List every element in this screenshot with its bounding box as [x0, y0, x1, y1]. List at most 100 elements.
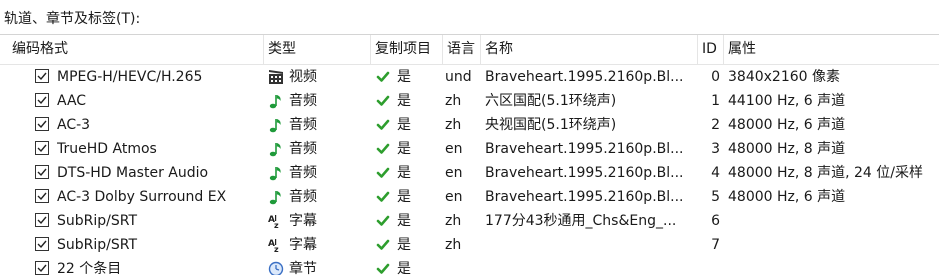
codec-cell: AAC	[57, 89, 262, 113]
audio-icon	[268, 117, 284, 133]
name-cell: Braveheart.1995.2160p.Bl...	[485, 137, 695, 161]
tracks-grid[interactable]: 编码格式 类型 复制项目 语言 名称 ID 属性 MPEG-H/HEVC/H.2…	[0, 34, 939, 275]
type-cell: 音频	[289, 113, 369, 137]
language-cell: zh	[445, 113, 481, 137]
table-row[interactable]: SubRip/SRT Az 字幕 是zh 7	[0, 233, 939, 257]
properties-cell: 48000 Hz, 8 声道, 24 位/采样	[728, 161, 939, 185]
video-icon	[268, 69, 284, 85]
track-checkbox[interactable]	[35, 165, 49, 179]
column-header-id[interactable]: ID	[698, 35, 724, 64]
type-cell: 字幕	[289, 209, 369, 233]
checkmark-icon	[376, 238, 390, 252]
copy-cell: 是	[397, 257, 441, 275]
svg-text:z: z	[274, 221, 279, 229]
type-cell: 音频	[289, 185, 369, 209]
checkmark-icon	[376, 166, 390, 180]
table-row[interactable]: AAC 音频 是zh六区国配(5.1环绕声)1 44100 Hz, 6 声道	[0, 89, 939, 113]
column-header-language[interactable]: 语言	[443, 35, 481, 64]
properties-cell	[728, 209, 939, 233]
column-header-type[interactable]: 类型	[264, 35, 371, 64]
table-row[interactable]: AC-3 Dolby Surround EX 音频 是enBraveheart.19…	[0, 185, 939, 209]
id-cell: 7	[698, 233, 720, 257]
properties-cell: 48000 Hz, 6 声道	[728, 113, 939, 137]
table-row[interactable]: AC-3音频是zh央视国配(5.1环绕声)248000 Hz, 6 声道	[0, 113, 939, 137]
properties-cell: 48000 Hz, 6 声道	[728, 185, 939, 209]
name-cell: Braveheart.1995.2160p.Bl...	[485, 161, 695, 185]
audio-icon	[268, 165, 284, 181]
name-cell	[485, 233, 695, 257]
language-cell: en	[445, 161, 481, 185]
copy-cell: 是	[397, 209, 441, 233]
track-checkbox[interactable]	[35, 69, 49, 83]
type-cell: 音频	[289, 89, 369, 113]
name-cell: Braveheart.1995.2160p.Bl...	[485, 185, 695, 209]
checkmark-icon	[376, 118, 390, 132]
copy-cell: 是	[397, 161, 441, 185]
type-cell: 音频	[289, 137, 369, 161]
name-cell: 六区国配(5.1环绕声)	[485, 89, 695, 113]
type-cell: 章节	[289, 257, 369, 275]
codec-cell: 22 个条目	[57, 257, 262, 275]
column-header-properties[interactable]: 属性	[724, 35, 939, 64]
language-cell: zh	[445, 233, 481, 257]
id-cell: 2	[698, 113, 720, 137]
table-row[interactable]: DTS-HD Master Audio音频是enBraveheart.1995.…	[0, 161, 939, 185]
name-cell: 央视国配(5.1环绕声)	[485, 113, 695, 137]
track-checkbox[interactable]	[35, 213, 49, 227]
checkmark-icon	[376, 94, 390, 108]
id-cell: 0	[698, 65, 720, 89]
language-cell: zh	[445, 89, 481, 113]
id-cell: 5	[698, 185, 720, 209]
chapter-icon	[268, 261, 284, 275]
copy-cell: 是	[397, 65, 441, 89]
grid-header: 编码格式 类型 复制项目 语言 名称 ID 属性	[0, 35, 939, 65]
id-cell: 4	[698, 161, 720, 185]
codec-cell: MPEG-H/HEVC/H.265	[57, 65, 262, 89]
table-row[interactable]: 22 个条目 章节 是	[0, 257, 939, 275]
codec-cell: AC-3 Dolby Surround EX	[57, 185, 262, 209]
table-row[interactable]: MPEG-H/HEVC/H.265 视频 是undBraveheart.1995.2…	[0, 65, 939, 89]
language-cell: en	[445, 137, 481, 161]
track-checkbox[interactable]	[35, 237, 49, 251]
track-checkbox[interactable]	[35, 261, 49, 275]
track-checkbox[interactable]	[35, 117, 49, 131]
table-row[interactable]: SubRip/SRTAz字幕是zh177分43秒通用_Chs&Eng_...6	[0, 209, 939, 233]
id-cell: 1	[698, 89, 720, 113]
name-cell	[485, 257, 695, 275]
properties-cell: 44100 Hz, 6 声道	[728, 89, 939, 113]
column-header-codec[interactable]: 编码格式	[8, 35, 264, 64]
copy-cell: 是	[397, 137, 441, 161]
properties-cell: 48000 Hz, 8 声道	[728, 137, 939, 161]
id-cell: 6	[698, 209, 720, 233]
copy-cell: 是	[397, 185, 441, 209]
section-label: 轨道、章节及标签(T):	[4, 8, 140, 28]
properties-cell	[728, 233, 939, 257]
copy-cell: 是	[397, 233, 441, 257]
track-checkbox[interactable]	[35, 93, 49, 107]
table-row[interactable]: TrueHD Atmos 音频 是enBraveheart.1995.2160p.B…	[0, 137, 939, 161]
codec-cell: SubRip/SRT	[57, 233, 262, 257]
id-cell: 3	[698, 137, 720, 161]
codec-cell: DTS-HD Master Audio	[57, 161, 262, 185]
language-cell: und	[445, 65, 481, 89]
track-checkbox[interactable]	[35, 141, 49, 155]
name-cell: Braveheart.1995.2160p.Bl...	[485, 65, 695, 89]
column-header-copy[interactable]: 复制项目	[371, 35, 443, 64]
codec-cell: TrueHD Atmos	[57, 137, 262, 161]
codec-cell: SubRip/SRT	[57, 209, 262, 233]
codec-cell: AC-3	[57, 113, 262, 137]
checkmark-icon	[376, 214, 390, 228]
column-header-name[interactable]: 名称	[481, 35, 698, 64]
copy-cell: 是	[397, 89, 441, 113]
audio-icon	[268, 141, 284, 157]
checkmark-icon	[376, 70, 390, 84]
subtitle-icon: Az	[268, 213, 284, 229]
language-cell: zh	[445, 209, 481, 233]
track-checkbox[interactable]	[35, 189, 49, 203]
id-cell	[698, 257, 720, 275]
language-cell: en	[445, 185, 481, 209]
type-cell: 视频	[289, 65, 369, 89]
type-cell: 字幕	[289, 233, 369, 257]
audio-icon	[268, 93, 284, 109]
subtitle-icon: Az	[268, 237, 284, 253]
